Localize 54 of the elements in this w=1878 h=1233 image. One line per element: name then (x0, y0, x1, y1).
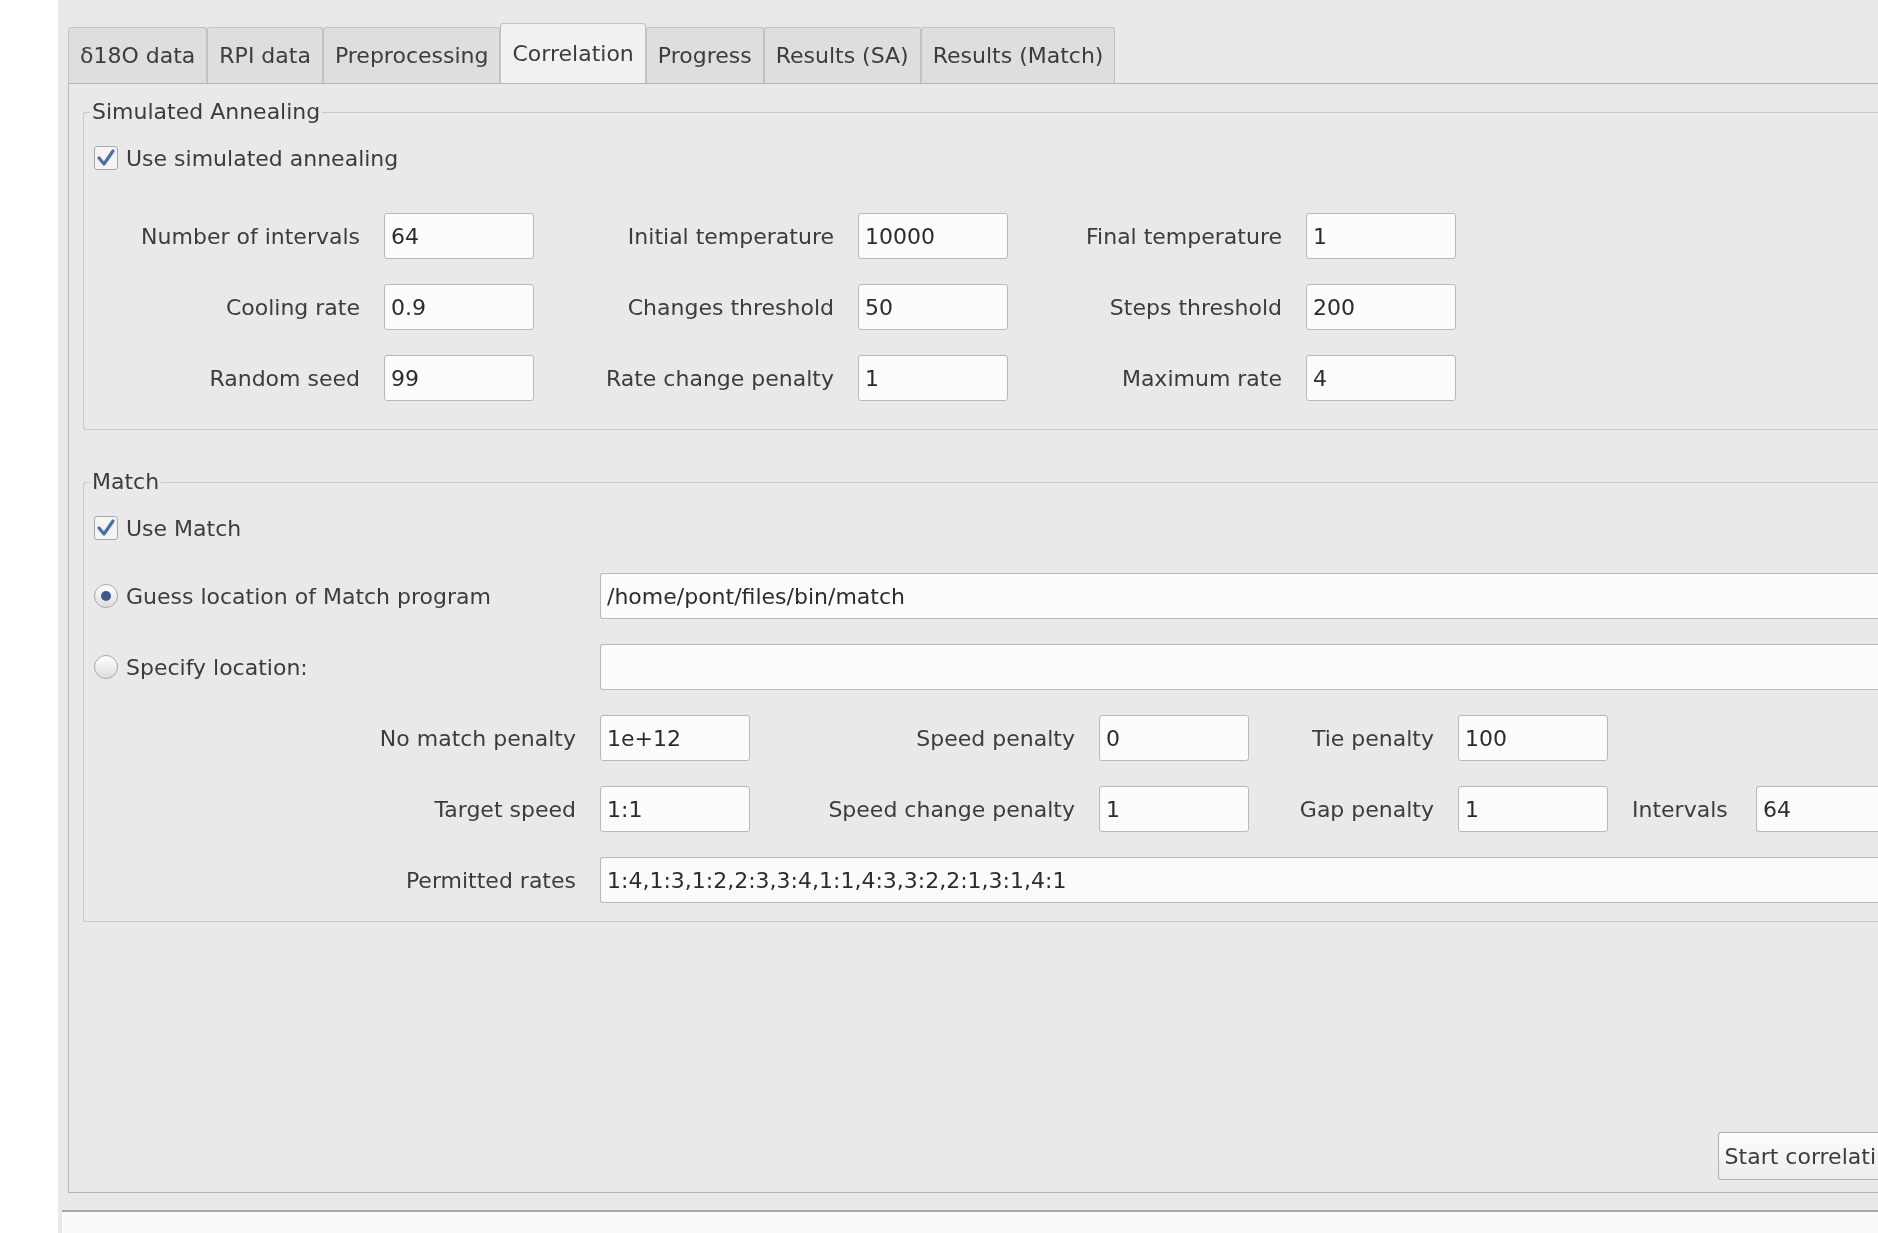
input-field[interactable]: 200 (1306, 284, 1456, 330)
tab[interactable]: δ18O data (68, 27, 208, 83)
input-field[interactable]: 0.9 (384, 284, 534, 330)
radio-label: Specify location: (126, 653, 308, 682)
field-label: Cooling rate (224, 293, 360, 322)
input-field[interactable]: 1:1 (600, 786, 750, 832)
field-label: Speed penalty (915, 724, 1075, 753)
field-label: Intervals (1632, 795, 1729, 824)
tab[interactable]: Results (SA) (763, 27, 921, 83)
field-label: Random seed (208, 364, 360, 393)
tab[interactable]: RPI data (207, 27, 323, 83)
radio-button[interactable] (94, 584, 118, 608)
field-label: Speed change penalty (827, 795, 1075, 824)
input-field[interactable]: /home/pont/files/bin/match (600, 573, 1878, 619)
input-field[interactable]: 64 (384, 213, 534, 259)
field-label: Tie penalty (1310, 724, 1434, 753)
field-label: No match penalty (378, 724, 576, 753)
field-label: Maximum rate (1120, 364, 1282, 393)
input-field[interactable]: 1 (858, 355, 1008, 401)
tab[interactable]: Correlation (500, 23, 646, 83)
input-field[interactable]: 0 (1099, 715, 1249, 761)
checkbox-label: Use simulated annealing (126, 144, 399, 173)
field-label: Permitted rates (404, 866, 576, 895)
start-button[interactable]: Start correlati (1717, 1132, 1878, 1180)
input-field[interactable]: 1 (1306, 213, 1456, 259)
input-field[interactable]: 99 (384, 355, 534, 401)
input-field[interactable]: 1:4,1:3,1:2,2:3,3:4,1:1,4:3,3:2,2:1,3:1,4:1 (600, 857, 1878, 903)
input-field[interactable]: 64 (1756, 786, 1878, 832)
field-label: Rate change penalty (604, 364, 834, 393)
field-label: Steps threshold (1108, 293, 1282, 322)
checkbox[interactable] (94, 146, 118, 170)
radio-button[interactable] (94, 655, 118, 679)
input-field[interactable]: 4 (1306, 355, 1456, 401)
input-field[interactable]: 100 (1458, 715, 1608, 761)
field-label: Initial temperature (626, 222, 834, 251)
field-label: Number of intervals (140, 222, 360, 251)
tab[interactable]: Preprocessing (322, 27, 501, 83)
input-field[interactable]: 1 (1099, 786, 1249, 832)
checkbox-label: Use Match (126, 514, 242, 543)
input-field[interactable] (600, 644, 1878, 690)
input-field[interactable]: 10000 (858, 213, 1008, 259)
field-label: Gap penalty (1298, 795, 1434, 824)
field-label: Changes threshold (626, 293, 834, 322)
input-field[interactable]: 1 (1458, 786, 1608, 832)
field-label: Target speed (433, 795, 576, 824)
checkbox[interactable] (94, 516, 118, 540)
radio-label: Guess location of Match program (126, 582, 491, 611)
tab[interactable]: Progress (645, 27, 764, 83)
tab[interactable]: Results (Match) (920, 27, 1116, 83)
group-title: Simulated Annealing (91, 98, 322, 126)
input-field[interactable]: 1e+12 (600, 715, 750, 761)
field-label: Final temperature (1085, 222, 1282, 251)
group-title: Match (91, 468, 161, 496)
input-field[interactable]: 50 (858, 284, 1008, 330)
